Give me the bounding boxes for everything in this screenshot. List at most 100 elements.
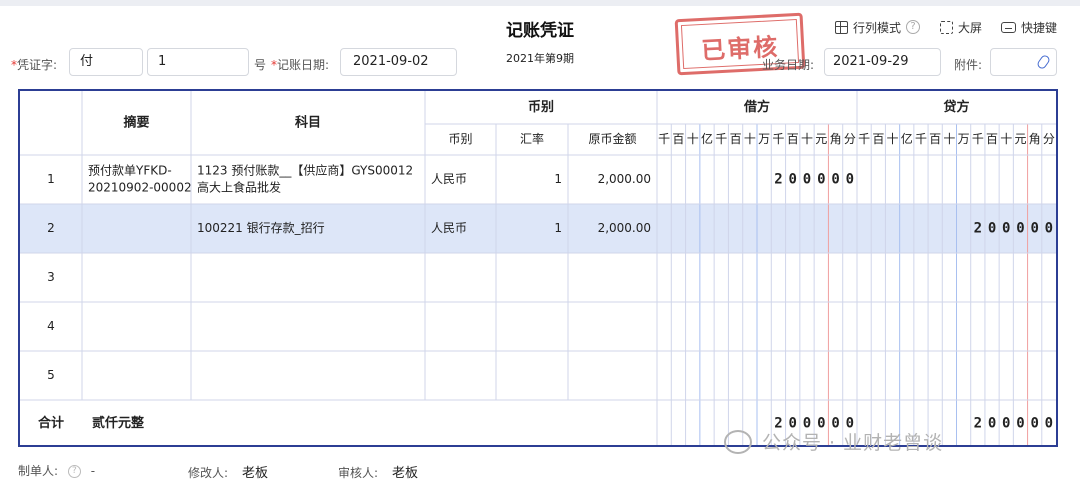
business-date-input[interactable]: 2021-09-29 [824, 48, 941, 76]
total-amount-words: 贰仟元整 [92, 415, 145, 431]
help-icon[interactable]: ? [67, 465, 81, 478]
credit-unit-label: 千 [915, 132, 927, 146]
voucher-grid-svg: 摘要 科目币别 借方 贷方币别 汇率 原币金额千千百 百十 十亿 亿千 千百 百十 十万 万千 千百 百十十… [20, 91, 1056, 445]
row-rate: 1 [554, 172, 562, 186]
total-credit-digit: 2 [974, 416, 982, 432]
header-summary: 摘要 [123, 115, 149, 131]
help-icon[interactable]: ? [906, 20, 921, 34]
credit-unit-label: 元 [1014, 132, 1026, 146]
header-credit: 贷方 [943, 99, 969, 115]
credit-unit-label: 十 [1000, 132, 1012, 146]
credit-unit-label: 百 [929, 132, 941, 146]
row-number: 1 [47, 172, 55, 186]
auditor-field: 审核人: 老板 [338, 462, 418, 481]
debit-unit-label: 百 [787, 132, 799, 146]
maker-label: 制单人: [18, 464, 59, 478]
fullscreen-label: 大屏 [958, 20, 983, 35]
voucher-table: 摘要 科目 币别 借方 贷方 币别 汇率 原币金额千千百百十十亿亿千千百百十十万万千千百百十十… [18, 89, 1058, 447]
credit-unit-label: 百 [986, 132, 998, 146]
header-original-amount: 原币金额 [588, 131, 636, 146]
row-debit-digit: 0 [788, 172, 796, 188]
shortcuts-button[interactable]: 快捷键 [1001, 18, 1057, 36]
credit-unit-label: 千 [858, 132, 870, 146]
auditor-label: 审核人: [338, 466, 379, 480]
voucher-word-input[interactable]: 付 [69, 48, 143, 76]
row-debit-digit: 0 [803, 172, 811, 188]
row-currency: 人民币 [431, 172, 467, 186]
fullscreen-icon [940, 20, 953, 34]
total-credit-digit: 0 [1045, 416, 1053, 432]
credit-unit-label: 百 [872, 132, 884, 146]
attachment-label: 附件: [954, 58, 983, 72]
total-credit-digit: 0 [1002, 416, 1010, 432]
number-suffix-label: 号 [254, 58, 267, 72]
debit-unit-label: 元 [815, 132, 827, 146]
row-summary: 预付款单YFKD- [88, 164, 172, 178]
credit-unit-label: 十 [943, 132, 955, 146]
row-credit-digit: 0 [1002, 221, 1010, 237]
booking-date-input[interactable]: 2021-09-02 [340, 48, 457, 76]
row-debit-digit: 0 [846, 172, 854, 188]
debit-unit-label: 万 [758, 132, 770, 146]
row-rate: 1 [554, 221, 562, 235]
modifier-label: 修改人: [188, 466, 229, 480]
row-debit-digit: 0 [817, 172, 825, 188]
credit-unit-label: 分 [1043, 132, 1055, 146]
row-col-mode-toggle[interactable]: 行列模式 ? [835, 18, 921, 36]
debit-unit-label: 百 [730, 132, 742, 146]
row-account: 1123 预付账款__【供应商】GYS00012 [197, 163, 413, 178]
maker-field: 制单人: ? - [18, 462, 95, 479]
row-credit-digit: 0 [988, 221, 996, 237]
row-currency: 人民币 [431, 221, 467, 235]
total-credit-digit: 0 [1030, 416, 1038, 432]
debit-unit-label: 亿 [701, 131, 713, 146]
row-original-amount: 2,000.00 [598, 221, 651, 235]
fullscreen-button[interactable]: 大屏 [940, 18, 982, 36]
booking-date-label: *记账日期: [271, 58, 330, 72]
row-number: 2 [47, 221, 55, 235]
debit-unit-label: 十 [801, 132, 813, 146]
row-credit-digit: 0 [1016, 221, 1024, 237]
credit-unit-label: 亿 [901, 131, 913, 146]
row-credit-digit: 2 [974, 221, 982, 237]
debit-unit-label: 角 [830, 132, 842, 146]
maker-value: - [90, 464, 96, 478]
modifier-field: 修改人: 老板 [188, 462, 268, 481]
total-label: 合计 [38, 415, 64, 431]
row-summary: 20210902-00002 [88, 181, 192, 195]
header-rate: 汇率 [520, 131, 544, 146]
credit-unit-label: 角 [1029, 132, 1041, 146]
row-debit-digit: 0 [831, 172, 839, 188]
total-credit-digit: 0 [988, 416, 996, 432]
auditor-value: 老板 [392, 466, 419, 481]
row-account: 100221 银行存款_招行 [197, 221, 325, 235]
debit-unit-label: 千 [658, 132, 670, 146]
row-account: 高大上食品批发 [197, 180, 281, 195]
row-number: 3 [47, 270, 55, 284]
header-currency-group: 币别 [528, 100, 554, 115]
row-number: 4 [47, 319, 55, 333]
period-label: 2021年第9期 [506, 52, 574, 65]
shortcuts-label: 快捷键 [1021, 20, 1058, 35]
page-title: 记账凭证 [506, 21, 574, 41]
selected-row-highlight [20, 204, 1056, 253]
debit-unit-label: 分 [844, 132, 856, 146]
credit-unit-label: 万 [958, 132, 970, 146]
modifier-value: 老板 [242, 466, 269, 481]
debit-unit-label: 千 [715, 132, 727, 146]
row-original-amount: 2,000.00 [598, 172, 651, 186]
row-credit-digit: 0 [1045, 221, 1053, 237]
credit-unit-label: 十 [887, 132, 899, 146]
wechat-icon [724, 429, 752, 454]
header-currency: 币别 [448, 132, 472, 146]
voucher-word-label: *凭证字: [11, 58, 58, 72]
business-date-label: 业务日期: [762, 58, 815, 72]
credit-unit-label: 千 [972, 132, 984, 146]
voucher-number-input[interactable]: 1 [147, 48, 249, 76]
row-number: 5 [47, 368, 55, 382]
debit-unit-label: 百 [672, 132, 684, 146]
paperclip-icon[interactable] [1035, 53, 1052, 71]
total-credit-digit: 0 [1016, 416, 1024, 432]
debit-unit-label: 十 [687, 132, 699, 146]
attachment-input[interactable] [990, 48, 1057, 76]
